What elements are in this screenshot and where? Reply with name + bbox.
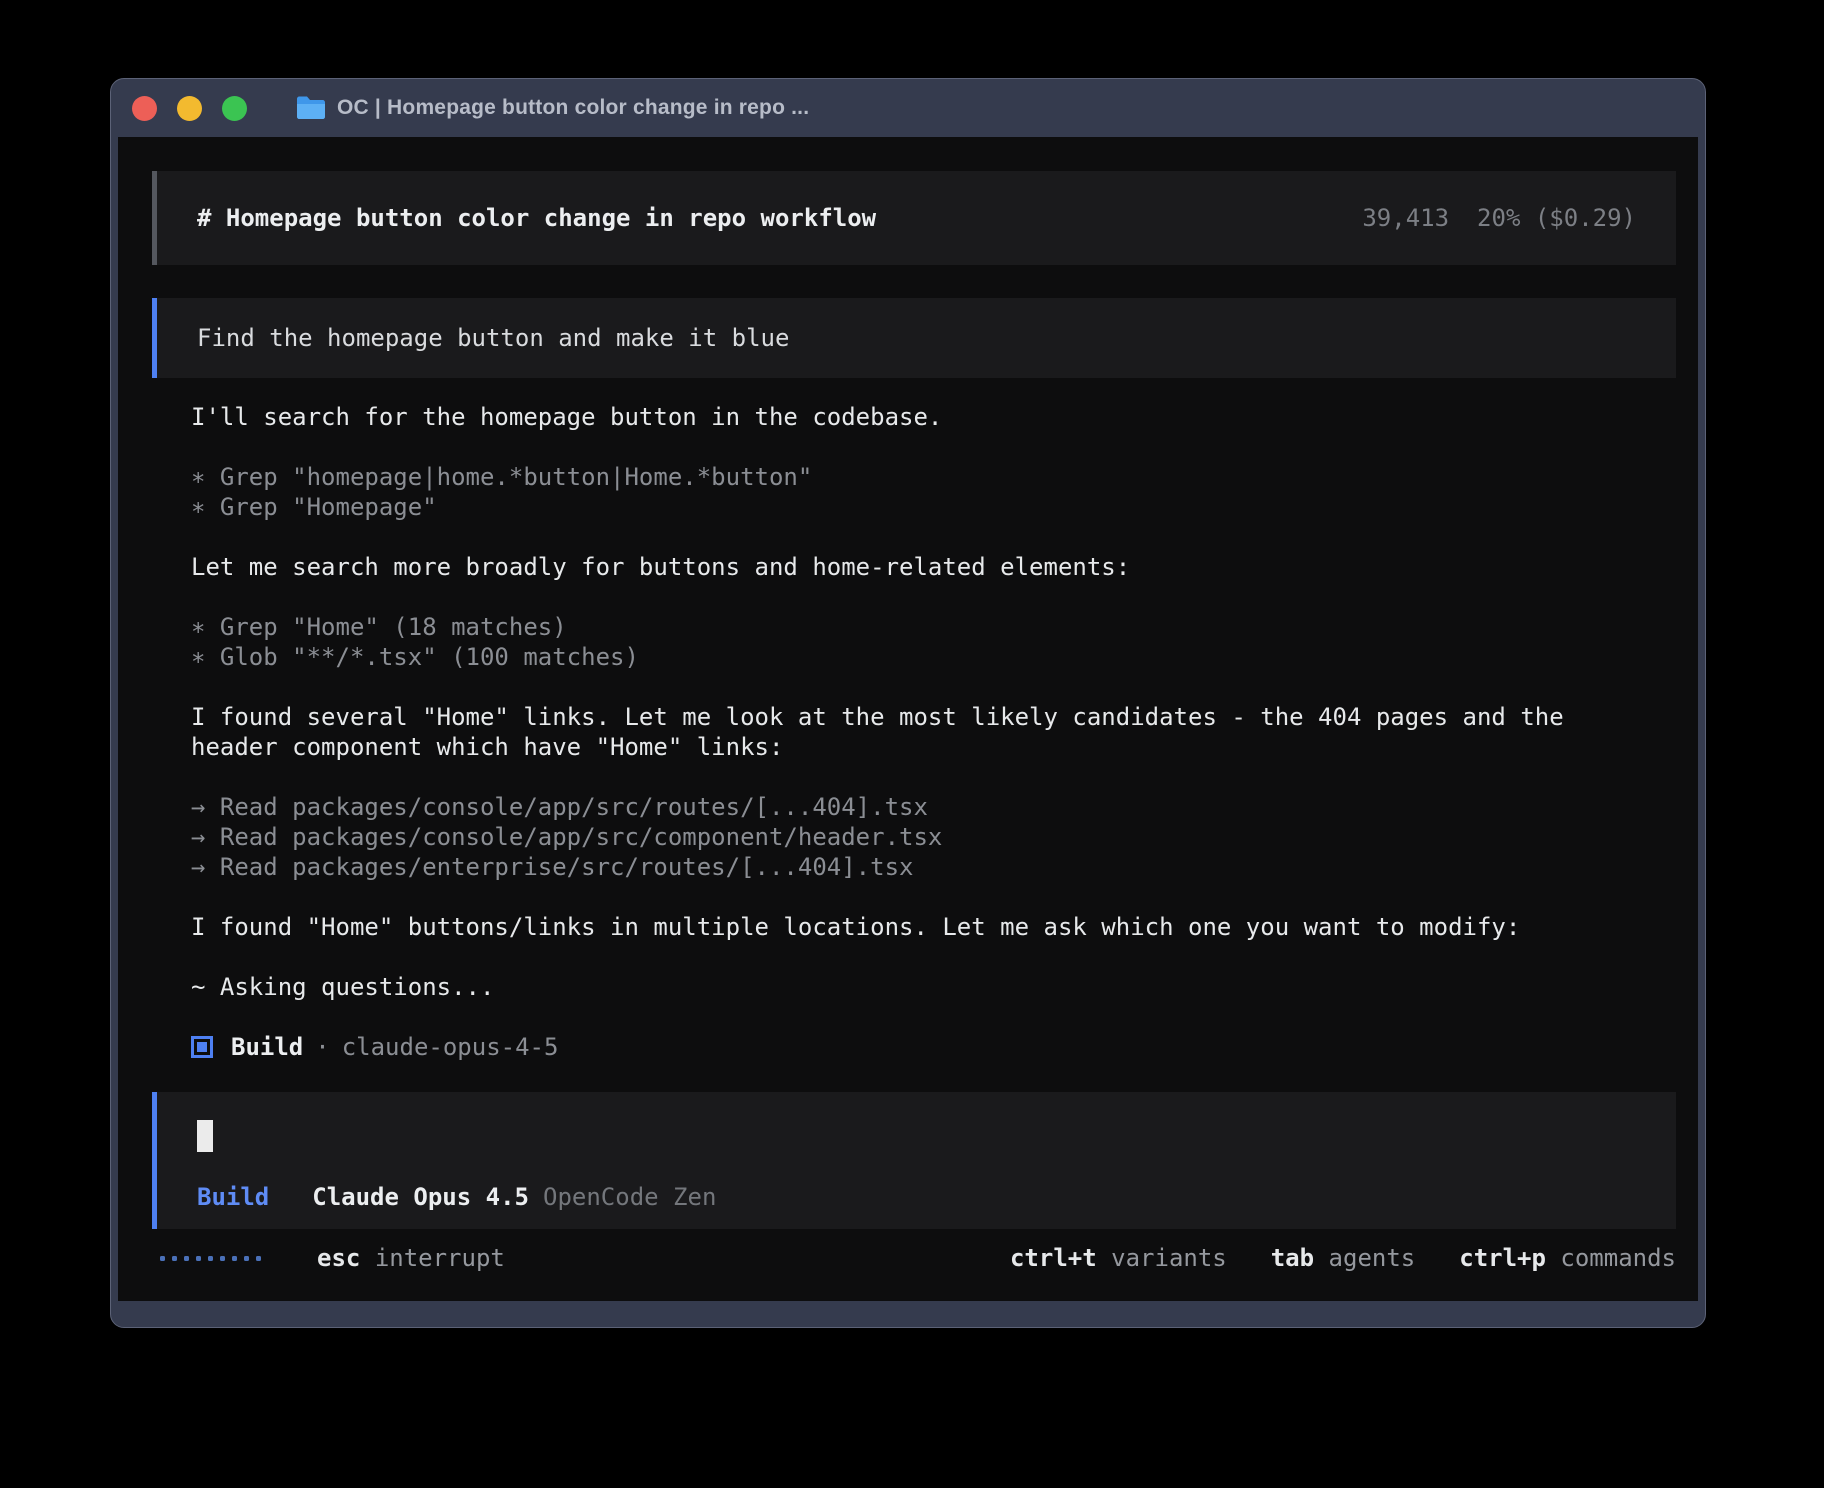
token-count: 39,413 bbox=[1362, 203, 1449, 233]
session-header: # Homepage button color change in repo w… bbox=[152, 171, 1676, 265]
shortcut-key: esc bbox=[317, 1244, 360, 1272]
tool-call-read: → Read packages/console/app/src/componen… bbox=[191, 822, 1625, 852]
assistant-paragraph: I found several "Home" links. Let me loo… bbox=[191, 702, 1625, 762]
terminal-content: # Homepage button color change in repo w… bbox=[118, 137, 1698, 1301]
window-title-group: OC | Homepage button color change in rep… bbox=[295, 95, 809, 121]
assistant-status-line: ~ Asking questions... bbox=[191, 972, 1625, 1002]
folder-icon bbox=[295, 95, 327, 121]
context-usage: 20% ($0.29) bbox=[1477, 203, 1636, 233]
title-bar[interactable]: OC | Homepage button color change in rep… bbox=[111, 79, 1705, 137]
status-right: ctrl+t variants tab agents ctrl+p comman… bbox=[1010, 1243, 1676, 1273]
user-message-text: Find the homepage button and make it blu… bbox=[197, 324, 789, 352]
input-model-label[interactable]: Claude Opus 4.5 bbox=[312, 1182, 529, 1212]
shortcut-key: ctrl+p bbox=[1459, 1244, 1546, 1272]
status-left: esc interrupt bbox=[152, 1243, 505, 1273]
assistant-paragraph: I'll search for the homepage button in t… bbox=[191, 402, 1625, 432]
shortcut-label: commands bbox=[1560, 1244, 1676, 1272]
shortcut-label: interrupt bbox=[375, 1244, 505, 1272]
prompt-input[interactable]: Build Claude Opus 4.5 OpenCode Zen bbox=[152, 1092, 1676, 1229]
minimize-button[interactable] bbox=[177, 96, 202, 121]
tool-call-read: → Read packages/enterprise/src/routes/[.… bbox=[191, 852, 1625, 882]
shortcut-key: tab bbox=[1271, 1244, 1314, 1272]
input-agent-label[interactable]: Build bbox=[197, 1182, 269, 1212]
shortcut-key: ctrl+t bbox=[1010, 1244, 1097, 1272]
assistant-paragraph: Let me search more broadly for buttons a… bbox=[191, 552, 1625, 582]
shortcut-label: agents bbox=[1329, 1244, 1416, 1272]
zoom-button[interactable] bbox=[222, 96, 247, 121]
tool-call-group: → Read packages/console/app/src/routes/[… bbox=[191, 792, 1625, 882]
shortcut-interrupt[interactable]: esc interrupt bbox=[317, 1243, 505, 1273]
spinner-dots-icon bbox=[160, 1256, 261, 1261]
text-cursor[interactable] bbox=[197, 1120, 213, 1152]
input-provider-label: OpenCode Zen bbox=[543, 1182, 716, 1212]
tool-call-read: → Read packages/console/app/src/routes/[… bbox=[191, 792, 1625, 822]
shortcut-commands[interactable]: ctrl+p commands bbox=[1459, 1243, 1676, 1273]
tool-call-grep: ∗ Grep "homepage|home.*button|Home.*butt… bbox=[191, 462, 1625, 492]
separator-dot: · bbox=[315, 1032, 329, 1062]
status-bar: esc interrupt ctrl+t variants tab agents… bbox=[152, 1243, 1676, 1273]
agent-step-line: Build · claude-opus-4-5 bbox=[191, 1032, 1625, 1062]
tool-call-glob: ∗ Glob "**/*.tsx" (100 matches) bbox=[191, 642, 1625, 672]
tool-call-grep: ∗ Grep "Homepage" bbox=[191, 492, 1625, 522]
shortcut-variants[interactable]: ctrl+t variants bbox=[1010, 1243, 1227, 1273]
shortcut-label: variants bbox=[1111, 1244, 1227, 1272]
assistant-paragraph: I found "Home" buttons/links in multiple… bbox=[191, 912, 1625, 942]
tool-call-group: ∗ Grep "homepage|home.*button|Home.*butt… bbox=[191, 462, 1625, 522]
user-message: Find the homepage button and make it blu… bbox=[152, 298, 1676, 378]
traffic-lights bbox=[132, 96, 247, 121]
model-row: Build Claude Opus 4.5 OpenCode Zen bbox=[197, 1182, 1636, 1212]
model-id: claude-opus-4-5 bbox=[342, 1032, 559, 1062]
agent-name: Build bbox=[231, 1032, 303, 1062]
session-title: # Homepage button color change in repo w… bbox=[197, 203, 876, 233]
tool-call-group: ∗ Grep "Home" (18 matches) ∗ Glob "**/*.… bbox=[191, 612, 1625, 672]
session-stats: 39,413 20% ($0.29) bbox=[1362, 203, 1636, 233]
terminal-window: OC | Homepage button color change in rep… bbox=[110, 78, 1706, 1328]
window-title: OC | Homepage button color change in rep… bbox=[337, 96, 809, 120]
tool-call-grep: ∗ Grep "Home" (18 matches) bbox=[191, 612, 1625, 642]
assistant-messages: I'll search for the homepage button in t… bbox=[191, 402, 1625, 1062]
agent-square-icon bbox=[191, 1036, 213, 1058]
close-button[interactable] bbox=[132, 96, 157, 121]
shortcut-agents[interactable]: tab agents bbox=[1271, 1243, 1416, 1273]
